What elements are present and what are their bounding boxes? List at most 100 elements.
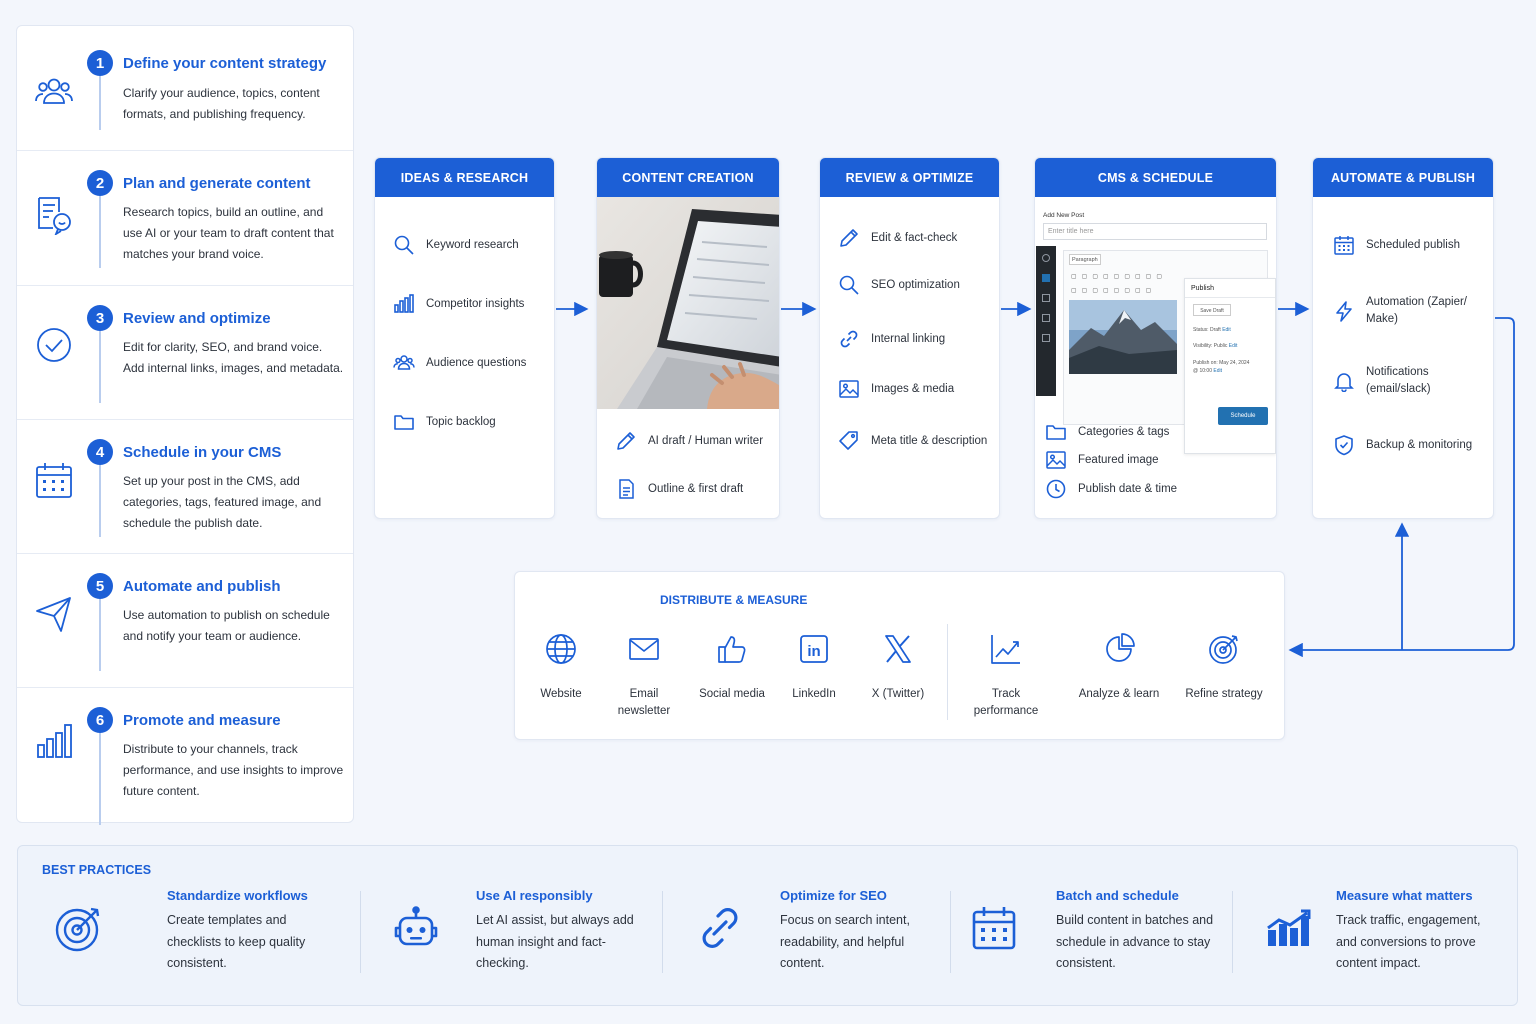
cms-publish-heading: Publish [1185,279,1275,298]
save-draft-button[interactable]: Save Draft [1193,304,1231,316]
measure-label: Analyze & learn [1078,688,1160,700]
stage-item-scheduled-publish: Scheduled publish [1333,234,1460,256]
channel-linkedin[interactable]: in LinkedIn [769,632,859,703]
channel-website[interactable]: Website [516,632,606,703]
channel-label: Website [540,688,582,700]
cms-admin-sidebar [1036,246,1056,396]
stage-item-label: Edit & fact-check [871,232,958,244]
stage-title: REVIEW & OPTIMIZE [820,158,999,197]
step-5: 5 Automate and publish Use automation to… [17,553,353,687]
channel-email-newsletter[interactable]: Email newsletter [600,632,688,720]
step-number: 2 [87,170,113,196]
stage-item-automation: Automation (Zapier/ Make) [1333,294,1483,328]
step-title: Promote and measure [123,712,281,729]
featured-mountain-image [1069,300,1177,374]
step-description: Set up your post in the CMS, add categor… [123,474,322,530]
send-icon [36,597,71,632]
bar-chart-icon [394,294,414,313]
edit-link[interactable]: Edit [1229,343,1238,349]
channel-label: Email newsletter [617,688,671,717]
cms-heading: Add New Post [1043,212,1085,219]
stage-review-optimize: REVIEW & OPTIMIZE Edit & fact-check SEO … [819,157,1000,519]
step-3: 3 Review and optimize Edit for clarity, … [17,285,353,419]
measure-refine-strategy[interactable]: Refine strategy [1177,632,1271,703]
stage-item-internal-linking: Internal linking [838,328,945,350]
stage-item-topic-backlog: Topic backlog [393,411,496,433]
best-practice-divider [662,891,663,973]
stage-item-label: Keyword research [426,239,519,251]
stage-ideas-research: IDEAS & RESEARCH Keyword research Compet… [374,157,555,519]
stage-item-edit: Edit & fact-check [838,227,957,249]
pencil-icon [617,432,635,450]
stage-item-keyword-research: Keyword research [393,234,519,256]
steps-panel: 1 Define your content strategy Clarify y… [16,25,354,825]
stage-item-categories: Categories & tags [1045,421,1169,443]
stage-item-backup: Backup & monitoring [1333,434,1472,456]
stage-item-ai-draft: AI draft / Human writer [615,430,763,452]
edit-link[interactable]: Edit [1213,368,1222,374]
step-title: Define your content strategy [123,55,327,72]
channel-label: Social media [699,688,765,700]
step-description: Edit for clarity, SEO, and brand voice. … [123,340,344,375]
stage-item-label: Scheduled publish [1366,239,1460,251]
distribute-title: DISTRIBUTE & MEASURE [660,593,808,607]
best-practice-description: Create templates and checklists to keep … [167,913,306,970]
best-practice-description: Build content in batches and schedule in… [1056,913,1214,970]
stage-item-label: SEO optimization [871,279,960,291]
best-practice-title: Standardize workflows [167,888,308,903]
cms-visibility: Visibility: Public [1193,343,1228,349]
lightning-icon [1336,301,1352,322]
schedule-button[interactable]: Schedule [1218,407,1268,425]
best-practice-title: Optimize for SEO [780,888,887,903]
cms-publish-panel: Publish Save Draft Status: Draft Edit Vi… [1184,278,1276,454]
cms-editor-mock: Add New Post Enter title here Paragraph … [1036,206,1276,454]
stage-item-competitor-insights: Competitor insights [393,293,524,315]
step-title: Schedule in your CMS [123,444,282,461]
stage-item-audience-questions: Audience questions [393,352,526,374]
svg-text:in: in [807,643,820,660]
cms-paragraph-select[interactable]: Paragraph [1069,254,1101,265]
calendar-icon [36,463,72,498]
calendar-icon [1334,236,1354,255]
step-number: 3 [87,305,113,331]
step-connector [99,733,101,825]
stage-item-label: Notifications (email/slack) [1366,366,1431,395]
measure-analyze-learn[interactable]: Analyze & learn [1073,632,1165,703]
measure-label: Refine strategy [1185,688,1263,700]
stage-item-featured-image: Featured image [1045,449,1159,471]
step-description: Research topics, build an outline, and u… [123,205,334,261]
best-practice-divider [950,891,951,973]
step-number: 1 [87,50,113,76]
channel-social-media[interactable]: Social media [686,632,778,703]
cms-publish-on: Publish on: May 24, 2024 [1193,360,1250,366]
stage-item-publish-date: Publish date & time [1045,478,1177,500]
pencil-icon [840,229,858,247]
stage-item-label: Audience questions [426,357,527,369]
step-number: 4 [87,439,113,465]
channel-label: X (Twitter) [871,688,925,700]
cms-publish-time: @ 10:00 [1193,368,1212,374]
target-icon [1209,635,1238,664]
edit-link[interactable]: Edit [1222,327,1231,333]
link-icon [840,330,858,348]
stage-item-meta: Meta title & description [838,430,987,452]
channel-x-twitter[interactable]: X (Twitter) [853,632,943,703]
measure-track-performance[interactable]: Track performance [960,632,1052,720]
calendar-icon [972,907,1016,950]
step-connector [99,465,101,537]
folder-icon [1046,425,1066,440]
cms-title-field[interactable]: Enter title here [1043,223,1267,240]
stage-item-label: Automation (Zapier/ Make) [1366,296,1467,325]
check-circle-icon [37,328,71,362]
best-practice-description: Focus on search intent, readability, and… [780,913,910,970]
search-icon [839,275,859,295]
users-icon [393,355,415,370]
step-description: Use automation to publish on schedule an… [123,608,330,643]
stage-title: CONTENT CREATION [597,158,779,197]
document-icon [619,479,634,499]
stage-automate-publish: AUTOMATE & PUBLISH Scheduled publish Aut… [1312,157,1494,519]
stage-item-label: Featured image [1078,454,1159,466]
step-description: Distribute to your channels, track perfo… [123,742,344,798]
target-icon [55,907,100,952]
robot-icon [394,906,438,946]
